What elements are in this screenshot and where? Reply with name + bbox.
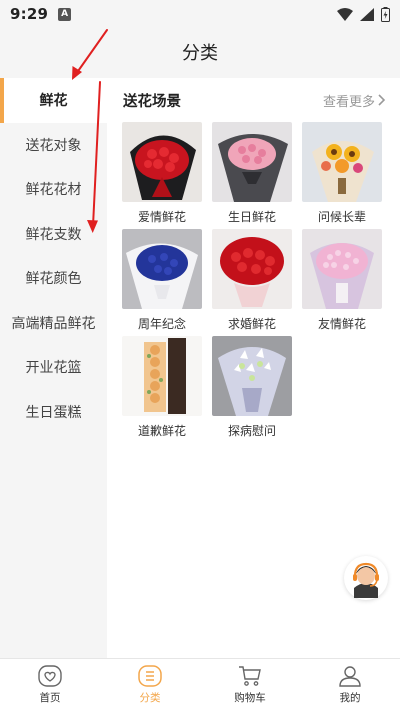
- category-icon: [138, 664, 162, 687]
- scene-item-label: 爱情鲜花: [137, 210, 186, 224]
- scene-item[interactable]: 道歉鲜花: [122, 336, 202, 443]
- scene-item-label: 友情鲜花: [317, 317, 366, 331]
- tab-label: 分类: [139, 691, 161, 704]
- see-more-link[interactable]: 查看更多: [323, 91, 386, 110]
- sidebar-item-label: 送花对象: [25, 137, 82, 154]
- section-title: 送花场景: [123, 93, 181, 110]
- sidebar-item-stem-count[interactable]: 鲜花支数: [0, 212, 107, 257]
- sidebar-item-flower-color[interactable]: 鲜花颜色: [0, 256, 107, 301]
- tab-label: 首页: [39, 691, 61, 704]
- tab-cart[interactable]: 购物车: [200, 659, 300, 710]
- sidebar-item-label: 鲜花花材: [25, 182, 82, 199]
- bouquet-image: [122, 336, 202, 416]
- sidebar-item-flowers[interactable]: 鲜花: [0, 78, 107, 123]
- tab-home[interactable]: 首页: [0, 659, 100, 710]
- category-sidebar: 鲜花 送花对象 鲜花花材 鲜花支数 鲜花颜色 高端精品鲜花 开业花篮 生日蛋糕: [0, 78, 107, 658]
- scene-item[interactable]: 求婚鲜花: [212, 229, 292, 336]
- scene-item-label: 生日鲜花: [227, 210, 276, 224]
- scene-item-label: 道歉鲜花: [137, 424, 186, 438]
- bouquet-image: [122, 229, 202, 309]
- customer-service-icon: [353, 562, 379, 598]
- sidebar-item-label: 生日蛋糕: [25, 404, 82, 421]
- sidebar-item-recipient[interactable]: 送花对象: [0, 123, 107, 168]
- sidebar-item-flower-material[interactable]: 鲜花花材: [0, 167, 107, 212]
- tab-category[interactable]: 分类: [100, 659, 200, 710]
- sidebar-item-label: 鲜花: [39, 93, 68, 110]
- tab-profile[interactable]: 我的: [300, 659, 400, 710]
- scene-item-label: 探病慰问: [227, 424, 276, 438]
- signal-icon: [360, 7, 374, 21]
- bouquet-image: [212, 229, 292, 309]
- scene-item[interactable]: 生日鲜花: [212, 122, 292, 229]
- sidebar-item-label: 高端精品鲜花: [11, 315, 96, 332]
- bouquet-image: [212, 122, 292, 202]
- status-bar: 9:29 A: [0, 0, 400, 28]
- scene-item-label: 周年纪念: [137, 317, 186, 331]
- chevron-right-icon: [378, 94, 386, 106]
- bouquet-image: [302, 122, 382, 202]
- scene-item-label: 求婚鲜花: [227, 317, 276, 331]
- sidebar-item-label: 鲜花支数: [25, 226, 82, 243]
- scene-grid: 爱情鲜花 生日鲜花 问候长辈 周年纪念 求婚鲜花 友情鲜花 道歉鲜花 探病慰问: [107, 122, 400, 443]
- tab-label: 我的: [339, 691, 361, 704]
- sidebar-item-premium[interactable]: 高端精品鲜花: [0, 301, 107, 346]
- battery-icon: [381, 6, 390, 22]
- user-icon: [339, 665, 361, 687]
- sidebar-item-birthday-cake[interactable]: 生日蛋糕: [0, 390, 107, 435]
- sidebar-item-label: 开业花篮: [25, 360, 82, 377]
- section-header: 送花场景 查看更多: [107, 78, 400, 122]
- page-header: 分类: [0, 28, 400, 76]
- bouquet-image: [212, 336, 292, 416]
- page-title: 分类: [182, 43, 218, 64]
- bottom-tab-bar: 首页 分类 购物车 我的: [0, 658, 400, 710]
- notification-icon: A: [58, 7, 72, 21]
- scene-item[interactable]: 爱情鲜花: [122, 122, 202, 229]
- scene-item[interactable]: 周年纪念: [122, 229, 202, 336]
- bouquet-image: [122, 122, 202, 202]
- bouquet-image: [302, 229, 382, 309]
- scene-item[interactable]: 探病慰问: [212, 336, 292, 443]
- see-more-label: 查看更多: [322, 94, 375, 110]
- customer-service-button[interactable]: [344, 556, 388, 600]
- scene-item-label: 问候长辈: [317, 210, 366, 224]
- sidebar-item-opening-basket[interactable]: 开业花篮: [0, 345, 107, 390]
- cart-icon: [239, 665, 261, 686]
- home-heart-icon: [38, 664, 62, 687]
- scene-item[interactable]: 问候长辈: [302, 122, 382, 229]
- tab-label: 购物车: [234, 691, 266, 704]
- status-time: 9:29: [10, 5, 49, 23]
- scene-item[interactable]: 友情鲜花: [302, 229, 382, 336]
- sidebar-item-label: 鲜花颜色: [25, 271, 82, 288]
- wifi-icon: [337, 7, 353, 21]
